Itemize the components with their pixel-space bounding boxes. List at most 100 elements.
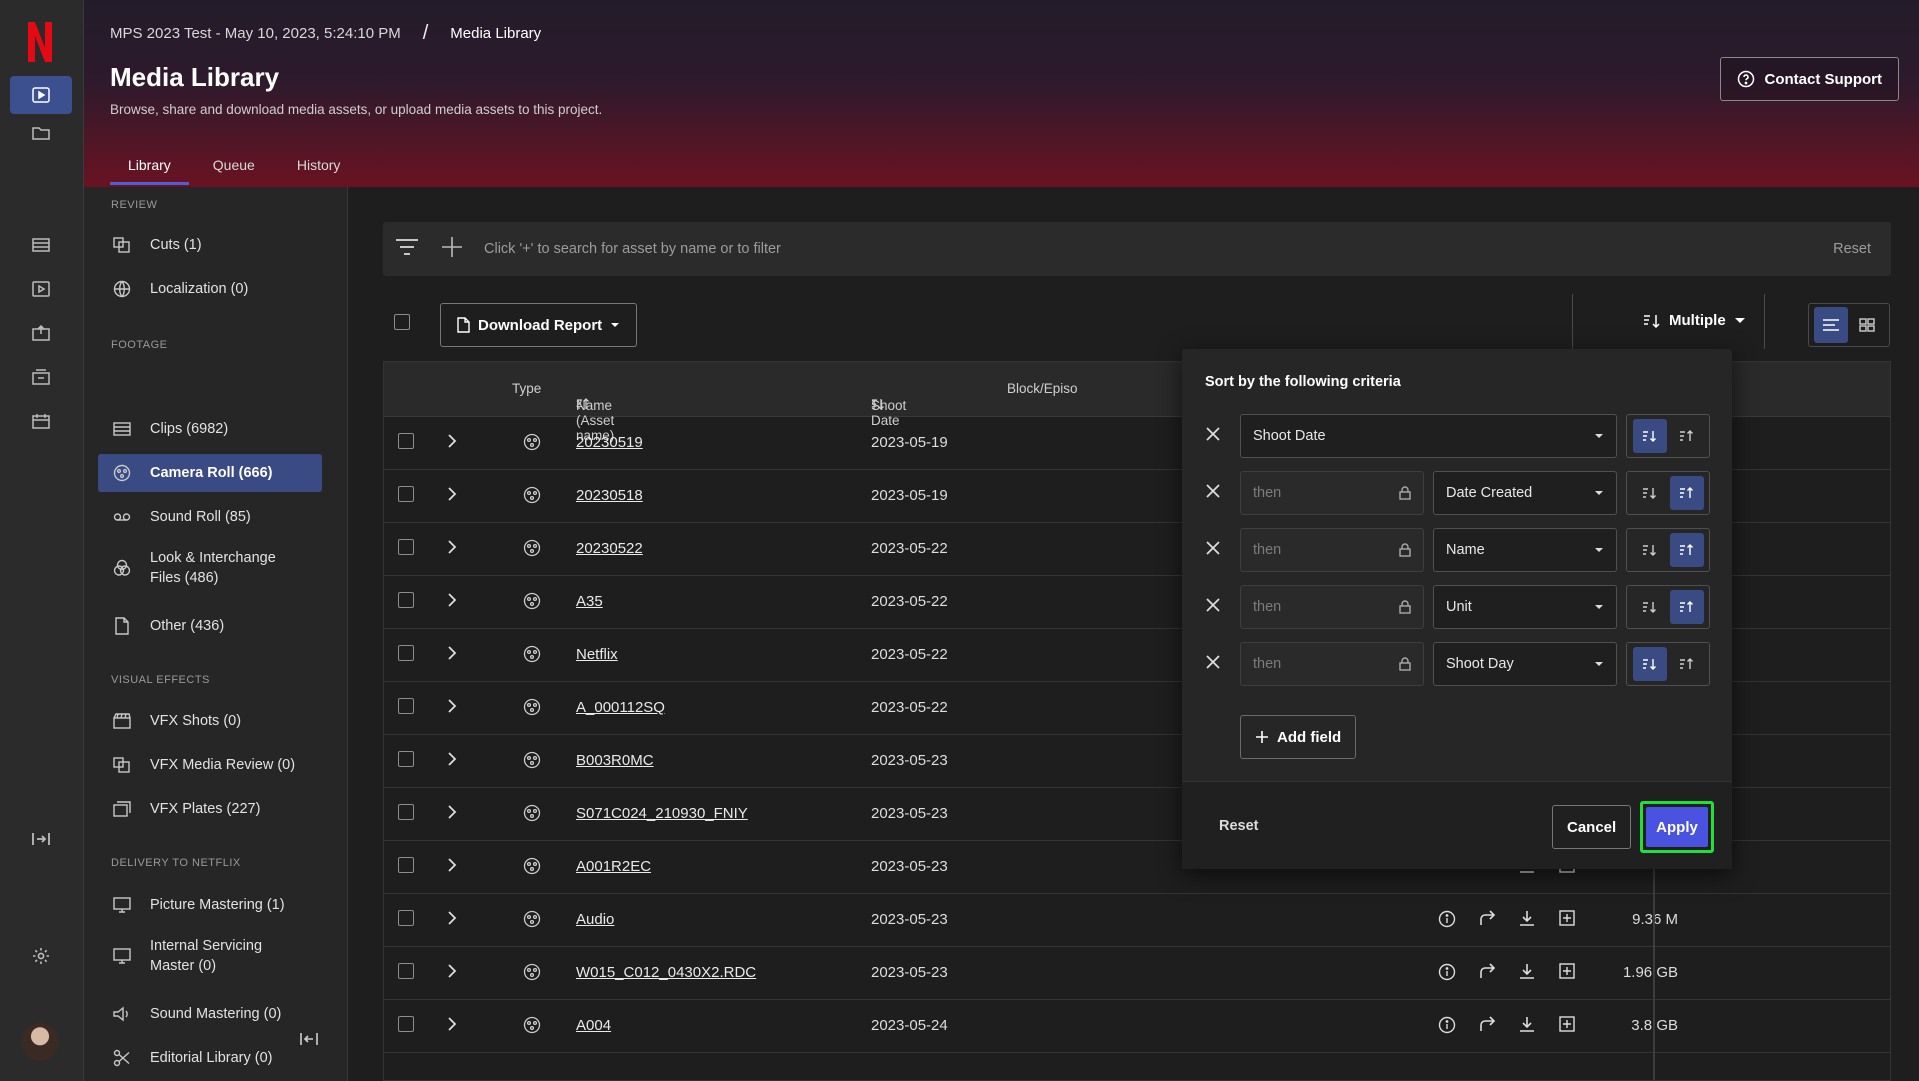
tab-queue[interactable]: Queue [195,150,273,185]
expand-chevron-icon[interactable] [447,911,457,925]
delivery-rail-icon[interactable] [10,358,72,396]
expand-chevron-icon[interactable] [447,487,457,501]
table-row[interactable]: W015_C012_0430X2.RDC 2023-05-23 1.96 GB [384,947,1890,1000]
row-checkbox[interactable] [398,857,414,873]
row-checkbox[interactable] [398,804,414,820]
row-checkbox[interactable] [398,645,414,661]
remove-criterion-close-icon[interactable] [1205,483,1221,499]
table-row[interactable]: A004 2023-05-24 3.8 GB [384,1000,1890,1053]
sidebar-item-vfx-shots[interactable]: VFX Shots (0) [98,702,322,740]
sort-ascending-icon[interactable] [1669,533,1704,567]
asset-name-link[interactable]: 20230518 [576,487,643,504]
expand-chevron-icon[interactable] [447,1017,457,1031]
media-library-rail-icon[interactable] [10,76,72,114]
asset-name-link[interactable]: A35 [576,593,603,610]
expand-chevron-icon[interactable] [447,752,457,766]
collapse-sidebar-icon[interactable] [299,1031,319,1047]
row-checkbox[interactable] [398,910,414,926]
sidebar-item-camera-roll[interactable]: Camera Roll (666) [98,454,322,492]
user-avatar[interactable] [21,1023,59,1061]
sort-field-select[interactable]: Shoot Day [1433,642,1617,686]
info-icon[interactable] [1436,963,1458,981]
contact-support-button[interactable]: Contact Support [1719,57,1899,101]
play-rail-icon[interactable] [10,270,72,308]
sort-field-select[interactable]: Unit [1433,585,1617,629]
row-checkbox[interactable] [398,1016,414,1032]
row-checkbox[interactable] [398,592,414,608]
sidebar-item-vfx-plates[interactable]: VFX Plates (227) [98,790,322,828]
asset-name-link[interactable]: A004 [576,1017,611,1034]
table-row[interactable]: Audio 2023-05-23 9.36 M [384,894,1890,947]
sidebar-item-sound-roll[interactable]: Sound Roll (85) [98,498,322,536]
sort-apply-button[interactable]: Apply [1646,807,1708,847]
sort-cancel-button[interactable]: Cancel [1552,805,1632,849]
asset-name-link[interactable]: A001R2EC [576,858,651,875]
sidebar-item-vfx-media-review[interactable]: VFX Media Review (0) [98,746,322,784]
sort-descending-icon[interactable] [1632,647,1667,681]
film-rail-icon[interactable] [10,226,72,264]
expand-chevron-icon[interactable] [447,805,457,819]
sidebar-item-editorial-library[interactable]: Editorial Library (0) [98,1039,322,1077]
sort-field-select[interactable]: Name [1433,528,1617,572]
calendar-rail-icon[interactable] [10,402,72,440]
add-to-collection-icon[interactable] [1556,963,1578,981]
expand-chevron-icon[interactable] [447,434,457,448]
sort-ascending-icon[interactable] [1669,590,1704,624]
row-checkbox[interactable] [398,539,414,555]
expand-chevron-icon[interactable] [447,964,457,978]
share-icon[interactable] [1476,963,1498,981]
remove-criterion-close-icon[interactable] [1205,654,1221,670]
share-icon[interactable] [1476,910,1498,928]
sidebar-item-localization[interactable]: Localization (0) [98,270,322,308]
expand-rail-icon[interactable] [10,820,72,858]
row-checkbox[interactable] [398,751,414,767]
asset-name-link[interactable]: Netflix [576,646,618,663]
asset-name-link[interactable]: S071C024_210930_FNIY [576,805,748,822]
remove-criterion-close-icon[interactable] [1205,597,1221,613]
upload-rail-icon[interactable] [10,314,72,352]
sidebar-item-sound-mastering[interactable]: Sound Mastering (0) [98,995,322,1033]
row-checkbox[interactable] [398,963,414,979]
sidebar-item-picture-mastering[interactable]: Picture Mastering (1) [98,886,322,924]
asset-name-link[interactable]: B003R0MC [576,752,654,769]
download-icon[interactable] [1516,963,1538,981]
remove-criterion-close-icon[interactable] [1205,426,1221,442]
sort-descending-icon[interactable] [1633,476,1667,510]
sort-ascending-icon[interactable] [1670,647,1704,681]
row-checkbox[interactable] [398,698,414,714]
search-input[interactable]: Click '+' to search for asset by name or… [484,241,781,257]
sort-ascending-icon[interactable] [1669,476,1704,510]
expand-chevron-icon[interactable] [447,699,457,713]
expand-chevron-icon[interactable] [447,646,457,660]
download-icon[interactable] [1516,1016,1538,1034]
sidebar-item-other[interactable]: Other (436) [98,607,322,645]
header-block-episode[interactable]: Block/Episo [1007,381,1078,396]
tab-history[interactable]: History [279,150,359,185]
breadcrumb-project[interactable]: MPS 2023 Test - May 10, 2023, 5:24:10 PM [110,25,401,42]
folder-rail-icon[interactable] [10,114,72,152]
sort-ascending-icon[interactable] [1670,419,1704,453]
info-icon[interactable] [1436,910,1458,928]
add-filter-plus-icon[interactable] [441,236,463,258]
sort-descending-icon[interactable] [1633,533,1667,567]
expand-chevron-icon[interactable] [447,593,457,607]
asset-name-link[interactable]: W015_C012_0430X2.RDC [576,964,756,981]
select-all-checkbox[interactable] [394,314,410,330]
expand-chevron-icon[interactable] [447,858,457,872]
download-icon[interactable] [1516,910,1538,928]
asset-name-link[interactable]: 20230519 [576,434,643,451]
grid-view-icon[interactable] [1850,307,1884,343]
asset-name-link[interactable]: Audio [576,911,614,928]
add-to-collection-icon[interactable] [1556,1016,1578,1034]
share-icon[interactable] [1476,1016,1498,1034]
sort-reset-button[interactable]: Reset [1219,818,1259,834]
asset-name-link[interactable]: A_000112SQ [576,699,665,716]
remove-criterion-close-icon[interactable] [1205,540,1221,556]
sort-field-select[interactable]: Shoot Date [1240,414,1617,458]
add-field-button[interactable]: Add field [1240,715,1357,759]
settings-gear-icon[interactable] [10,937,72,975]
header-type[interactable]: Type [512,381,541,396]
netflix-logo-icon[interactable] [25,20,55,64]
sort-field-select[interactable]: Date Created [1433,471,1617,515]
sidebar-item-look-files[interactable]: Look & Interchange Files (486) [98,542,322,594]
